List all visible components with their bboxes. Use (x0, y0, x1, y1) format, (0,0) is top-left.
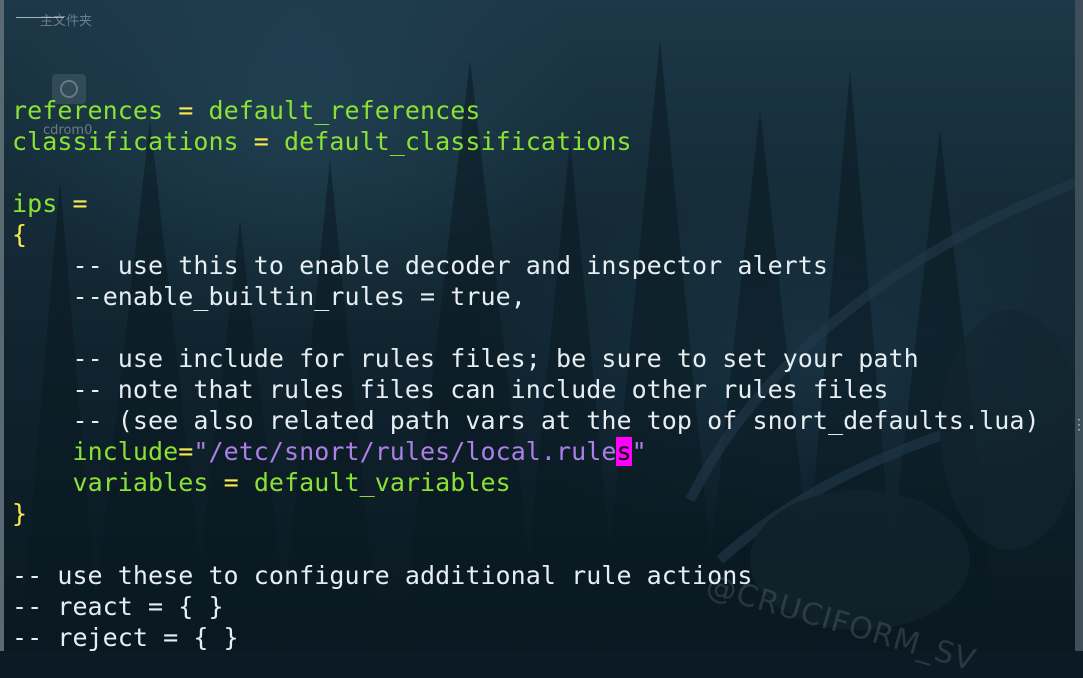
assign-operator: = (57, 189, 88, 218)
variable-name: references (12, 96, 164, 125)
editor-line[interactable] (12, 157, 1040, 188)
code-comment: -- use this to enable decoder and inspec… (72, 251, 829, 280)
editor-line[interactable] (12, 529, 1040, 560)
assign-operator: = (208, 468, 254, 497)
brace: } (12, 499, 28, 528)
variable-name: ips (12, 189, 58, 218)
terminal-editor[interactable]: references = default_references classific… (12, 64, 1040, 653)
editor-line[interactable]: variables = default_variables (12, 467, 1040, 498)
include-keyword: include (72, 437, 179, 466)
brace: { (12, 220, 28, 249)
variable-value: default_classifications (284, 127, 632, 156)
editor-line[interactable]: references = default_references (12, 95, 1040, 126)
code-comment: -- reject = { } (12, 623, 239, 652)
editor-line[interactable]: } (12, 498, 1040, 529)
commented-value: true, (450, 282, 526, 311)
editor-line[interactable]: --enable_builtin_rules = true, (12, 281, 1040, 312)
window-left-border (0, 0, 4, 651)
assign-operator: = (238, 127, 285, 156)
include-path-string: "/etc/snort/rules/local.rule (193, 437, 617, 466)
editor-line[interactable]: -- reject = { } (12, 622, 1040, 653)
comment-prefix: -- (72, 282, 103, 311)
assign-operator: = (163, 96, 209, 125)
editor-line[interactable]: -- (see also related path vars at the to… (12, 405, 1040, 436)
editor-line[interactable]: -- use this to enable decoder and inspec… (12, 250, 1040, 281)
editor-line[interactable]: -- react = { } (12, 591, 1040, 622)
variable-value: default_references (208, 96, 481, 125)
editor-line[interactable] (12, 312, 1040, 343)
text-cursor: s (616, 437, 632, 466)
variable-name: variables (72, 468, 209, 497)
code-comment: -- react = { } (12, 592, 224, 621)
editor-line[interactable]: -- use include for rules files; be sure … (12, 343, 1040, 374)
code-comment: -- use these to configure additional rul… (12, 561, 753, 590)
code-comment: -- (see also related path vars at the to… (72, 406, 1040, 435)
variable-name: classifications (12, 127, 239, 156)
editor-line[interactable]: -- use these to configure additional rul… (12, 560, 1040, 591)
editor-line[interactable]: { (12, 219, 1040, 250)
variable-value: default_variables (253, 468, 511, 497)
desktop-folder-label[interactable]: 主文件夹 (40, 10, 92, 29)
editor-line[interactable]: ips = (12, 188, 1040, 219)
commented-name: enable_builtin_rules (102, 282, 405, 311)
editor-line[interactable]: classifications = default_classification… (12, 126, 1040, 157)
code-comment: -- note that rules files can include oth… (72, 375, 889, 404)
editor-line[interactable] (12, 64, 1040, 95)
assign-operator: = (178, 437, 194, 466)
code-comment: -- use include for rules files; be sure … (72, 344, 919, 373)
scrollbar-grip-icon[interactable]: · · · (1076, 416, 1082, 438)
editor-line[interactable]: -- note that rules files can include oth… (12, 374, 1040, 405)
window-scrollbar[interactable]: · · · (1075, 0, 1083, 651)
editor-line[interactable]: include="/etc/snort/rules/local.rules" (12, 436, 1040, 467)
include-path-string-end: " (631, 437, 647, 466)
commented-operator: = (404, 282, 451, 311)
